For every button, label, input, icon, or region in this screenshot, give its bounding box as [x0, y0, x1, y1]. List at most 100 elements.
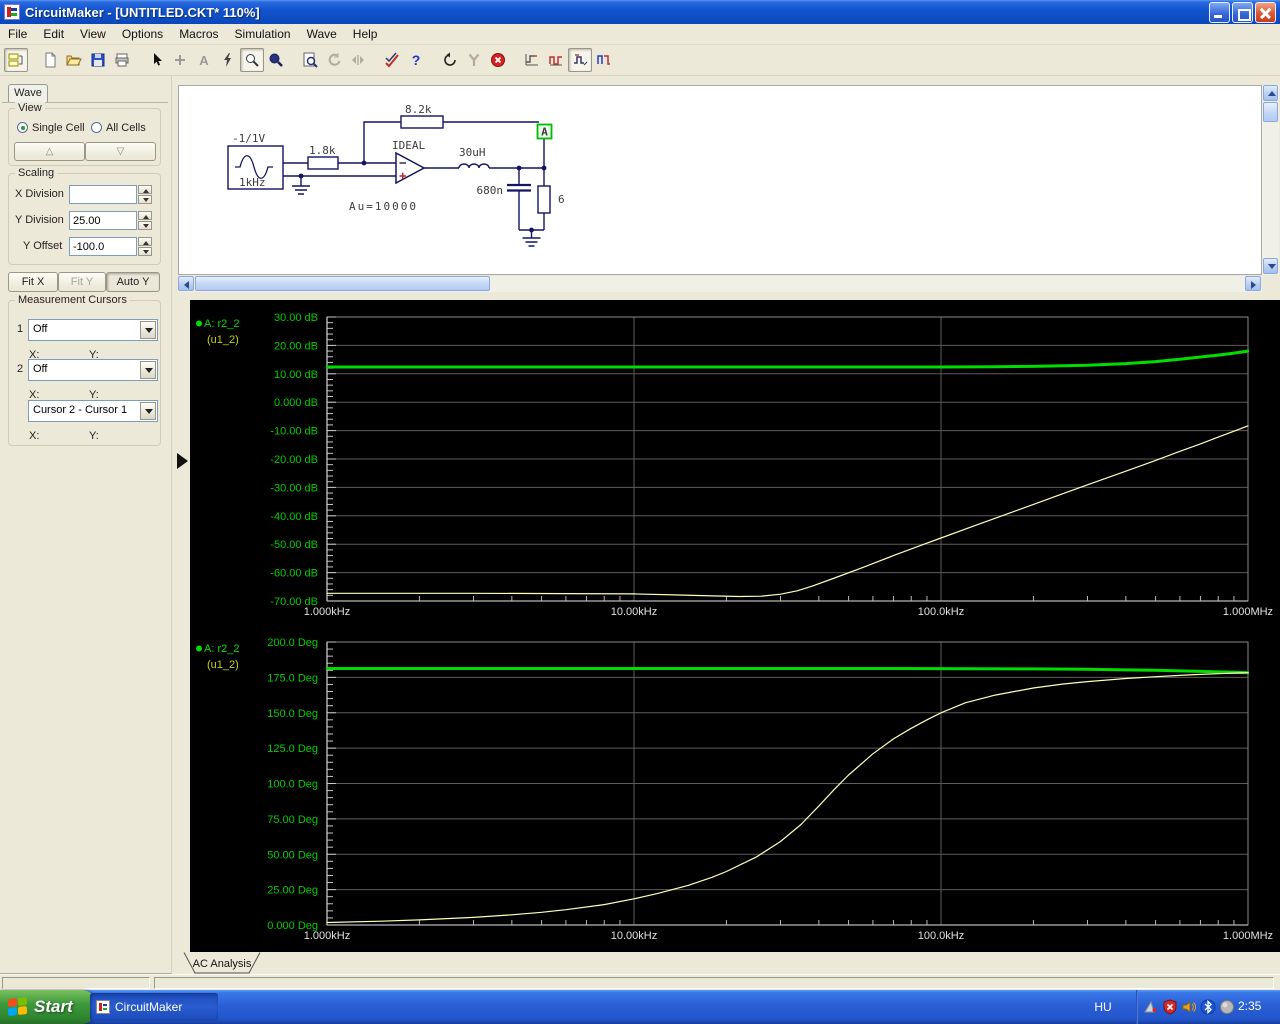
stop-simulation-button[interactable] — [486, 48, 510, 72]
bluetooth-icon[interactable] — [1200, 999, 1216, 1015]
select-arrow-button[interactable] — [144, 48, 168, 72]
single-cell-label[interactable]: Single Cell — [32, 122, 85, 134]
analog-waveforms-button[interactable] — [592, 48, 616, 72]
reset-button[interactable] — [438, 48, 462, 72]
zoom-window-button[interactable] — [240, 48, 264, 72]
menu-view[interactable]: View — [72, 25, 114, 43]
cursor1-value: Off — [33, 323, 48, 335]
schematic-hscrollbar[interactable] — [178, 276, 1262, 292]
mixed-waveforms-button[interactable] — [568, 48, 592, 72]
save-file-button[interactable] — [86, 48, 110, 72]
new-file-icon — [45, 52, 56, 68]
cell-up-button[interactable]: △ — [14, 142, 85, 161]
inductor[interactable]: 30uH — [458, 146, 490, 169]
menu-help[interactable]: Help — [345, 25, 386, 43]
single-cell-radio[interactable] — [17, 122, 28, 133]
cursor2-select[interactable]: Off — [28, 359, 158, 381]
x-division-input[interactable] — [69, 185, 137, 204]
check-probe-button[interactable] — [380, 48, 404, 72]
tab-wave[interactable]: Wave — [8, 84, 48, 102]
start-button[interactable]: Start — [0, 990, 96, 1024]
collapse-arrow-icon[interactable] — [177, 453, 188, 469]
zoom-in-button[interactable] — [264, 48, 288, 72]
open-file-button[interactable] — [62, 48, 86, 72]
panel-splitter[interactable] — [172, 292, 190, 975]
wrench-icon — [468, 53, 480, 66]
resistor-input[interactable]: 1.8k — [307, 144, 339, 170]
delete-tool-button[interactable] — [216, 48, 240, 72]
y-division-input[interactable] — [69, 211, 137, 230]
taskbar-task-circuitmaker[interactable]: CircuitMaker — [90, 993, 218, 1021]
menu-wave[interactable]: Wave — [299, 25, 345, 43]
svg-text:0.000 dB: 0.000 dB — [274, 397, 318, 409]
rotate-button[interactable] — [322, 48, 346, 72]
transient-setup-button[interactable] — [520, 48, 544, 72]
ac-analysis-tab[interactable]: AC Analysis — [182, 952, 264, 974]
all-cells-radio[interactable] — [91, 122, 102, 133]
probe-a[interactable]: A — [536, 123, 553, 140]
magnifier-icon — [246, 54, 259, 67]
restore-button[interactable] — [1232, 2, 1253, 23]
all-cells-label[interactable]: All Cells — [106, 122, 146, 134]
minimize-button[interactable] — [1209, 2, 1230, 23]
fit-x-button[interactable]: Fit X — [8, 272, 58, 292]
capacitor[interactable]: 680n — [477, 183, 532, 197]
resistor-load[interactable]: 6 — [537, 185, 565, 214]
title-bar[interactable]: CircuitMaker - [UNTITLED.CKT* 110%] — [0, 0, 1280, 24]
cell-down-button[interactable]: ▽ — [85, 142, 156, 161]
fit-y-button[interactable]: Fit Y — [58, 272, 106, 292]
cursor2-dropdown-icon[interactable] — [140, 361, 156, 379]
mixed-waveform-icon — [574, 54, 588, 66]
place-part-button[interactable] — [168, 48, 192, 72]
svg-text:20.00 dB: 20.00 dB — [274, 340, 318, 352]
part-browser-icon — [8, 53, 23, 67]
print-button[interactable] — [110, 48, 134, 72]
resistor-feedback[interactable]: 8.2k — [400, 103, 444, 129]
scroll-up-button[interactable] — [1263, 85, 1278, 101]
language-indicator[interactable]: HU — [1086, 997, 1120, 1017]
x-division-spinner[interactable] — [138, 185, 152, 204]
cursor-diff-dropdown-icon[interactable] — [140, 402, 156, 420]
menu-file[interactable]: File — [0, 25, 35, 43]
schematic-canvas[interactable]: -1/1V 1kHz 1.8k 8.2k IDEAL Au=10000 30uH — [178, 85, 1262, 275]
menu-macros[interactable]: Macros — [171, 25, 226, 43]
svg-text:(u1_2): (u1_2) — [207, 334, 239, 346]
hscroll-thumb[interactable] — [195, 276, 490, 291]
text-tool-button[interactable]: A — [192, 48, 216, 72]
taskbar-clock: 2:35 — [1238, 999, 1262, 1013]
help-button[interactable]: ? — [404, 48, 428, 72]
status-bar — [0, 974, 1280, 990]
view-group: View Single Cell All Cells △ ▽ — [8, 102, 161, 166]
text-tool-icon: A — [199, 53, 209, 68]
task-label: CircuitMaker — [115, 1000, 183, 1014]
setup-tools-button[interactable] — [462, 48, 486, 72]
auto-y-button[interactable]: Auto Y — [106, 272, 160, 292]
menu-edit[interactable]: Edit — [35, 25, 72, 43]
audio-device-icon[interactable] — [1219, 999, 1235, 1015]
scroll-left-button[interactable] — [178, 276, 194, 291]
y-offset-input[interactable] — [69, 237, 137, 256]
menu-options[interactable]: Options — [114, 25, 171, 43]
cursor1-dropdown-icon[interactable] — [140, 321, 156, 339]
schematic-vscrollbar[interactable] — [1262, 85, 1279, 275]
signal-source[interactable]: -1/1V 1kHz — [227, 132, 284, 190]
pointing-device-icon[interactable] — [1143, 999, 1159, 1015]
menu-simulation[interactable]: Simulation — [227, 25, 299, 43]
y-division-spinner[interactable] — [138, 211, 152, 230]
volume-icon[interactable] — [1181, 999, 1197, 1015]
cursor2-index: 2 — [17, 363, 24, 375]
security-alert-icon[interactable] — [1162, 999, 1178, 1015]
scroll-right-button[interactable] — [1245, 276, 1261, 291]
new-file-button[interactable] — [38, 48, 62, 72]
waveform-plot-area[interactable]: 1.000kHz 10.00kHz 100.0kHz 1.000MHz 30.00 dB… — [190, 300, 1280, 952]
digital-waveforms-button[interactable] — [544, 48, 568, 72]
print-preview-button[interactable] — [298, 48, 322, 72]
expand-button[interactable] — [346, 48, 370, 72]
cursor1-select[interactable]: Off — [28, 319, 158, 341]
vscroll-thumb[interactable] — [1263, 102, 1278, 122]
part-browser-button[interactable] — [4, 48, 28, 72]
cursor-diff-select[interactable]: Cursor 2 - Cursor 1 — [28, 400, 158, 422]
scroll-down-button[interactable] — [1263, 258, 1278, 274]
y-offset-spinner[interactable] — [138, 237, 152, 256]
close-button[interactable] — [1255, 2, 1276, 23]
